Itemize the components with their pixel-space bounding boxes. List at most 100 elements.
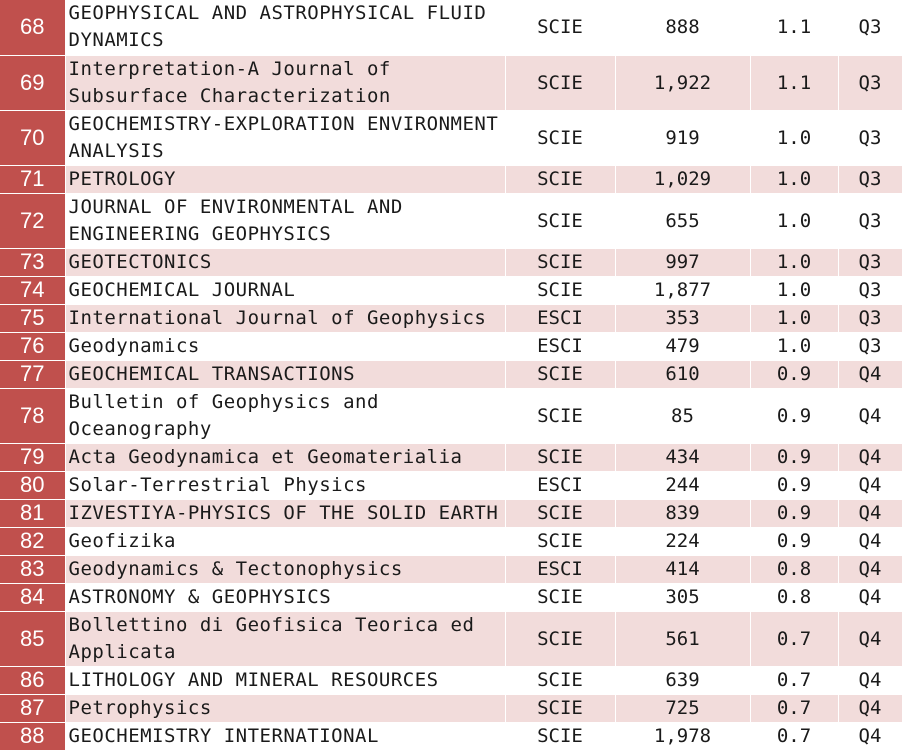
article-count-cell: 839 (615, 499, 751, 528)
index-cell: SCIE (505, 55, 616, 111)
article-count-cell: 888 (615, 0, 751, 56)
index-cell: SCIE (505, 388, 616, 444)
table-row: 79 Acta Geodynamica et Geomaterialia SCIE 4… (0, 443, 902, 472)
journal-name-cell: Interpretation-A Journal of Subsurface Ch… (65, 55, 506, 111)
article-count-cell: 997 (615, 248, 751, 277)
quartile-cell: Q3 (838, 110, 902, 166)
index-cell: SCIE (505, 527, 616, 556)
index-cell: ESCI (505, 304, 616, 333)
impact-factor-cell: 0.9 (750, 388, 839, 444)
quartile-cell: Q3 (838, 0, 902, 56)
journal-name-cell: GEOCHEMICAL JOURNAL (65, 276, 506, 305)
rank-cell: 78 (0, 388, 66, 444)
impact-factor-cell: 1.0 (750, 276, 839, 305)
rank-cell: 88 (0, 722, 66, 751)
index-cell: SCIE (505, 499, 616, 528)
impact-factor-cell: 0.8 (750, 583, 839, 612)
journal-name-cell: GEOCHEMICAL TRANSACTIONS (65, 360, 506, 389)
rank-cell: 85 (0, 611, 66, 667)
table-row: 71 PETROLOGY SCIE 1,029 1.0 Q3 (0, 165, 902, 194)
impact-factor-cell: 0.9 (750, 499, 839, 528)
table-row: 69 Interpretation-A Journal of Subsurface … (0, 55, 902, 111)
rank-cell: 68 (0, 0, 66, 56)
impact-factor-cell: 1.0 (750, 248, 839, 277)
rank-cell: 87 (0, 694, 66, 723)
journal-name-line: PETROLOGY (68, 167, 176, 190)
index-cell: SCIE (505, 583, 616, 612)
article-count-cell: 919 (615, 110, 751, 166)
journal-name-line: Geodynamics (68, 334, 200, 357)
impact-factor-cell: 0.7 (750, 666, 839, 695)
journal-name-line: DYNAMICS (68, 29, 165, 52)
journal-name-line: GEOTECTONICS (68, 250, 212, 273)
article-count-cell: 639 (615, 666, 751, 695)
journal-name-cell: Bulletin of Geophysics and Oceanography (65, 388, 506, 444)
impact-factor-cell: 1.1 (750, 0, 839, 56)
table-row: 83 Geodynamics & Tectonophysics ESCI 414 0.8… (0, 555, 902, 584)
impact-factor-cell: 0.9 (750, 471, 839, 500)
rank-cell: 75 (0, 304, 66, 333)
table-row: 75 International Journal of Geophysics ESC… (0, 304, 902, 333)
index-cell: SCIE (505, 0, 616, 56)
journal-name-cell: Bollettino di Geofisica Teorica ed Applic… (65, 611, 506, 667)
quartile-cell: Q4 (838, 555, 902, 584)
rank-cell: 73 (0, 248, 66, 277)
rank-cell: 80 (0, 471, 66, 500)
journal-name-line: Subsurface Characterization (68, 84, 391, 107)
journal-name-line: ASTRONOMY & GEOPHYSICS (68, 585, 332, 608)
quartile-cell: Q3 (838, 55, 902, 111)
journal-name-line: ANALYSIS (68, 139, 165, 162)
article-count-cell: 85 (615, 388, 751, 444)
index-cell: ESCI (505, 332, 616, 361)
journal-name-line: LITHOLOGY AND MINERAL RESOURCES (68, 668, 439, 691)
impact-factor-cell: 0.8 (750, 555, 839, 584)
table-row: 77 GEOCHEMICAL TRANSACTIONS SCIE 610 0.9 Q4 (0, 360, 902, 389)
journal-name-cell: Solar-Terrestrial Physics (65, 471, 506, 500)
rank-cell: 72 (0, 193, 66, 249)
impact-factor-cell: 1.0 (750, 304, 839, 333)
journal-name-cell: GEOTECTONICS (65, 248, 506, 277)
rank-cell: 81 (0, 499, 66, 528)
table-row: 68 GEOPHYSICAL AND ASTROPHYSICAL FLUID DYN… (0, 0, 902, 56)
quartile-cell: Q3 (838, 276, 902, 305)
journal-name-line: GEOPHYSICAL AND ASTROPHYSICAL FLUID (68, 2, 487, 25)
article-count-cell: 655 (615, 193, 751, 249)
table-row: 85 Bollettino di Geofisica Teorica ed Appl… (0, 611, 902, 667)
journal-name-line: GEOCHEMICAL TRANSACTIONS (68, 362, 356, 385)
article-count-cell: 479 (615, 332, 751, 361)
rank-cell: 71 (0, 165, 66, 194)
journal-name-line: Petrophysics (68, 696, 212, 719)
journal-name-line: International Journal of Geophysics (68, 306, 487, 329)
journal-name-line: Acta Geodynamica et Geomaterialia (68, 445, 463, 468)
journal-name-cell: Acta Geodynamica et Geomaterialia (65, 443, 506, 472)
table-row: 76 Geodynamics ESCI 479 1.0 Q3 (0, 332, 902, 361)
quartile-cell: Q4 (838, 722, 902, 751)
quartile-cell: Q4 (838, 360, 902, 389)
journal-name-line: Bollettino di Geofisica Teorica ed (68, 613, 475, 636)
index-cell: SCIE (505, 611, 616, 667)
table-row: 82 Geofizika SCIE 224 0.9 Q4 (0, 527, 902, 556)
rank-cell: 82 (0, 527, 66, 556)
impact-factor-cell: 0.9 (750, 360, 839, 389)
article-count-cell: 725 (615, 694, 751, 723)
quartile-cell: Q4 (838, 694, 902, 723)
impact-factor-cell: 1.0 (750, 193, 839, 249)
quartile-cell: Q3 (838, 193, 902, 249)
quartile-cell: Q4 (838, 443, 902, 472)
article-count-cell: 244 (615, 471, 751, 500)
table-body: 68 GEOPHYSICAL AND ASTROPHYSICAL FLUID DYN… (0, 0, 902, 751)
impact-factor-cell: 1.0 (750, 110, 839, 166)
table-row: 86 LITHOLOGY AND MINERAL RESOURCES SCIE 639… (0, 666, 902, 695)
table-row: 72 JOURNAL OF ENVIRONMENTAL AND ENGINEERIN… (0, 193, 902, 249)
journal-name-cell: JOURNAL OF ENVIRONMENTAL AND ENGINEERING … (65, 193, 506, 249)
table-row: 88 GEOCHEMISTRY INTERNATIONAL SCIE 1,978 0.7… (0, 722, 902, 751)
impact-factor-cell: 1.0 (750, 165, 839, 194)
rank-cell: 69 (0, 55, 66, 111)
journal-name-cell: International Journal of Geophysics (65, 304, 506, 333)
index-cell: SCIE (505, 248, 616, 277)
quartile-cell: Q3 (838, 248, 902, 277)
quartile-cell: Q3 (838, 332, 902, 361)
journal-name-line: IZVESTIYA-PHYSICS OF THE SOLID EARTH (68, 501, 499, 524)
index-cell: SCIE (505, 165, 616, 194)
quartile-cell: Q4 (838, 527, 902, 556)
